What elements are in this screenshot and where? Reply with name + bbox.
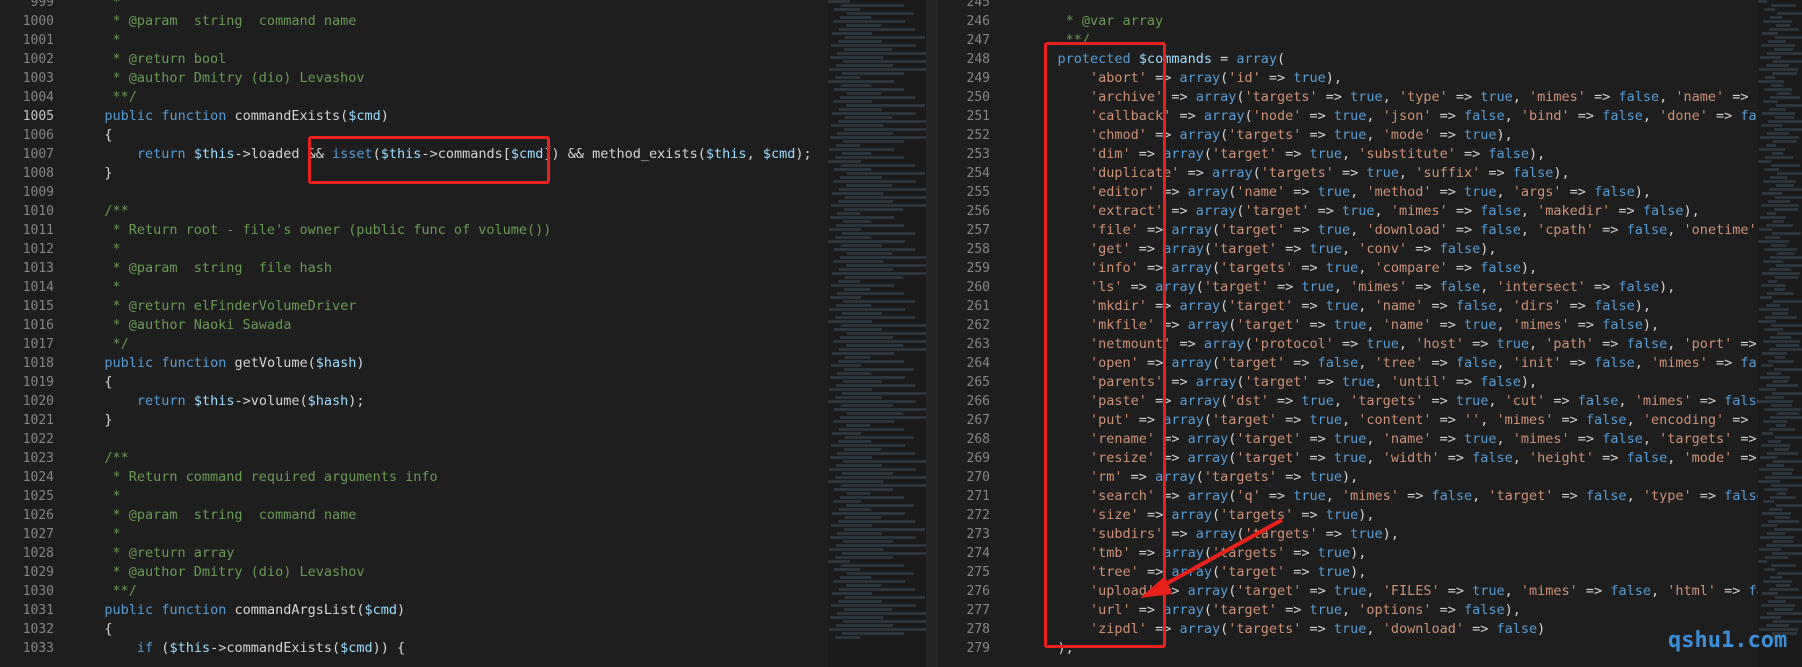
watermark: qshu1.com bbox=[1668, 628, 1788, 653]
annotation-arrow bbox=[1140, 518, 1283, 598]
arrow-head bbox=[1140, 576, 1172, 598]
arrow-shaft bbox=[1154, 518, 1283, 592]
